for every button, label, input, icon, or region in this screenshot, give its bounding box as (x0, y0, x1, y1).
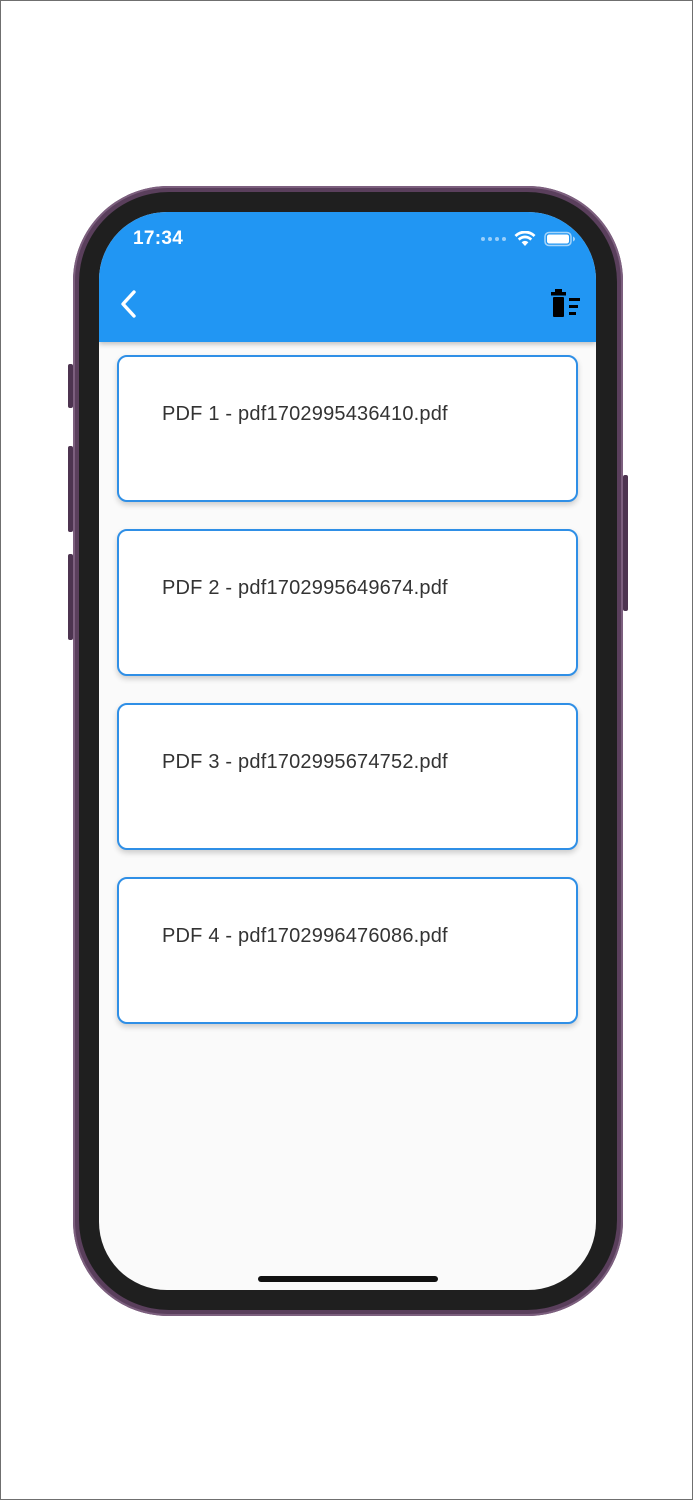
chevron-left-icon (121, 290, 136, 318)
status-icons (481, 231, 576, 247)
battery-icon (544, 231, 575, 247)
delete-all-button[interactable] (548, 288, 584, 320)
pdf-list-item[interactable]: PDF 4 - pdf1702996476086.pdf (117, 877, 578, 1024)
pdf-item-label: PDF 2 - pdf1702995649674.pdf (162, 577, 448, 599)
phone-screen: 17:34 PDF 1 - pdf1702995436410.pdf PDF 2… (99, 212, 596, 1290)
pdf-list-item[interactable]: PDF 1 - pdf1702995436410.pdf (117, 355, 578, 502)
pdf-list: PDF 1 - pdf1702995436410.pdf PDF 2 - pdf… (117, 355, 578, 1051)
pdf-list-item[interactable]: PDF 3 - pdf1702995674752.pdf (117, 703, 578, 850)
pdf-item-label: PDF 1 - pdf1702995436410.pdf (162, 403, 448, 425)
phone-volume-down-button (68, 554, 73, 640)
app-bar: 17:34 (99, 212, 596, 342)
pdf-list-item[interactable]: PDF 2 - pdf1702995649674.pdf (117, 529, 578, 676)
status-time: 17:34 (133, 228, 184, 249)
phone-power-button (623, 475, 628, 611)
back-button[interactable] (115, 288, 141, 320)
wifi-icon (514, 231, 536, 246)
signal-dots-icon (481, 237, 506, 241)
phone-volume-up-button (68, 446, 73, 532)
delete-sweep-icon (551, 289, 580, 317)
phone-silent-switch (68, 364, 73, 408)
pdf-item-label: PDF 3 - pdf1702995674752.pdf (162, 751, 448, 773)
pdf-item-label: PDF 4 - pdf1702996476086.pdf (162, 925, 448, 947)
home-indicator[interactable] (258, 1276, 438, 1282)
